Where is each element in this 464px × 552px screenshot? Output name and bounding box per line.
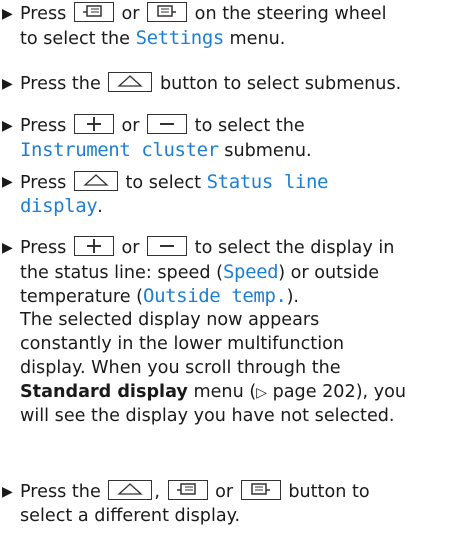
step-line: Press or on the steering wheel [20, 2, 387, 24]
minus-key-icon [147, 236, 188, 256]
step-line: Instrument cluster submenu. [20, 139, 312, 161]
step-line: Press or to select the [20, 114, 305, 136]
display-page-left-key-icon [73, 2, 114, 22]
back-arrow-key-icon [108, 72, 153, 92]
triangle-right-bullet-icon: ▶ [2, 240, 13, 256]
step-line: to select the Settings menu. [20, 27, 286, 49]
display-page-right-key-icon [240, 480, 281, 500]
menu-name: display [20, 195, 98, 217]
step-line: the status line: speed (Speed) or outsid… [20, 261, 380, 283]
display-page-left-key-icon [167, 480, 208, 500]
back-arrow-key-icon [73, 171, 118, 191]
step-line: The selected display now appears [20, 310, 320, 330]
step-line: Press to select Status line [20, 171, 329, 193]
step-line: temperature (Outside temp.). [20, 285, 300, 307]
triangle-right-bullet-icon: ▶ [2, 484, 13, 500]
back-arrow-key-icon [108, 480, 153, 500]
triangle-right-bullet-icon: ▶ [2, 174, 13, 190]
menu-name: Settings [135, 27, 225, 49]
step-line: Standard display menu (▷ page 202), you [20, 382, 407, 402]
menu-name-bold: Standard display [20, 382, 188, 402]
step-line: Press the , or button to [20, 480, 370, 502]
triangle-right-bullet-icon: ▶ [2, 6, 13, 22]
triangle-right-bullet-icon: ▶ [2, 76, 13, 92]
step-line: select a different display. [20, 506, 241, 526]
plus-key-icon [73, 236, 114, 256]
menu-name: Status line [206, 171, 329, 193]
step-line: Press or to select the display in [20, 236, 395, 258]
menu-name: Instrument cluster [20, 139, 219, 161]
menu-name: Speed [223, 261, 279, 283]
plus-key-icon [73, 114, 114, 134]
minus-key-icon [147, 114, 188, 134]
triangle-right-bullet-icon: ▶ [2, 118, 13, 134]
step-line: display. [20, 195, 103, 217]
menu-name: Outside temp. [143, 285, 287, 307]
display-page-right-key-icon [147, 2, 188, 22]
step-line: constantly in the lower multifunction [20, 334, 344, 354]
step-line: display. When you scroll through the [20, 358, 341, 378]
page-reference-triangle-icon: ▷ [256, 385, 267, 401]
step-line: Press the button to select submenus. [20, 72, 402, 94]
step-line: will see the display you have not select… [20, 406, 395, 426]
